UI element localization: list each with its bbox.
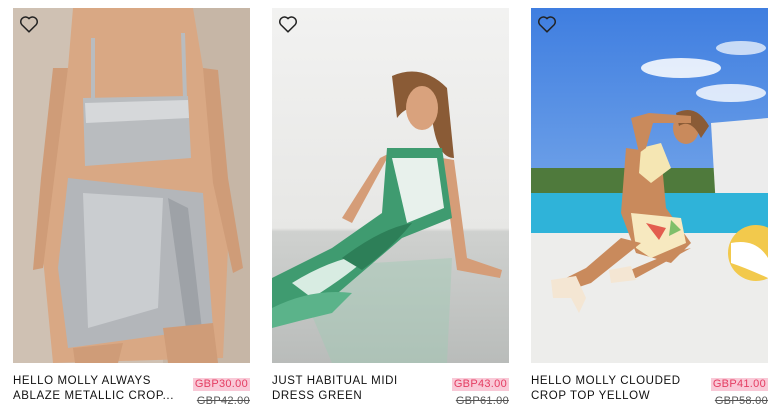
sale-price: GBP41.00 [710,378,768,391]
product-grid: HELLO MOLLY ALWAYS ABLAZE METALLIC CROP.… [0,0,780,407]
product-info: JUST HABITUAL MIDI DRESS GREEN GBP43.00 … [272,374,509,407]
product-card[interactable]: HELLO MOLLY CLOUDED CROP TOP YELLOW GBP4… [531,8,768,407]
product-image[interactable] [13,8,250,363]
original-price: GBP58.00 [714,395,768,407]
wishlist-heart-icon[interactable] [18,13,40,35]
product-name[interactable]: JUST HABITUAL MIDI DRESS GREEN [272,374,442,404]
sale-price: GBP43.00 [451,378,509,391]
price-block: GBP30.00 GBP42.00 [192,374,250,408]
sale-price: GBP30.00 [192,378,250,391]
original-price: GBP61.00 [455,395,509,407]
product-image[interactable] [531,8,768,363]
original-price: GBP42.00 [196,395,250,407]
product-name-line1: HELLO MOLLY ALWAYS [13,375,151,387]
wishlist-heart-icon[interactable] [536,13,558,35]
wishlist-heart-icon[interactable] [277,13,299,35]
product-info: HELLO MOLLY ALWAYS ABLAZE METALLIC CROP.… [13,374,250,407]
product-name-line1: JUST HABITUAL MIDI [272,375,398,387]
product-image[interactable] [272,8,509,363]
price-block: GBP43.00 GBP61.00 [451,374,509,408]
product-name[interactable]: HELLO MOLLY ALWAYS ABLAZE METALLIC CROP.… [13,374,183,404]
product-name[interactable]: HELLO MOLLY CLOUDED CROP TOP YELLOW [531,374,701,404]
product-name-line1: HELLO MOLLY CLOUDED [531,375,681,387]
product-name-line2: ABLAZE METALLIC CROP... [13,390,175,402]
product-name-line2: CROP TOP YELLOW [531,390,651,402]
price-block: GBP41.00 GBP58.00 [710,374,768,408]
product-name-line2: DRESS GREEN [272,390,363,402]
product-info: HELLO MOLLY CLOUDED CROP TOP YELLOW GBP4… [531,374,768,407]
product-card[interactable]: JUST HABITUAL MIDI DRESS GREEN GBP43.00 … [272,8,509,407]
product-card[interactable]: HELLO MOLLY ALWAYS ABLAZE METALLIC CROP.… [13,8,250,407]
